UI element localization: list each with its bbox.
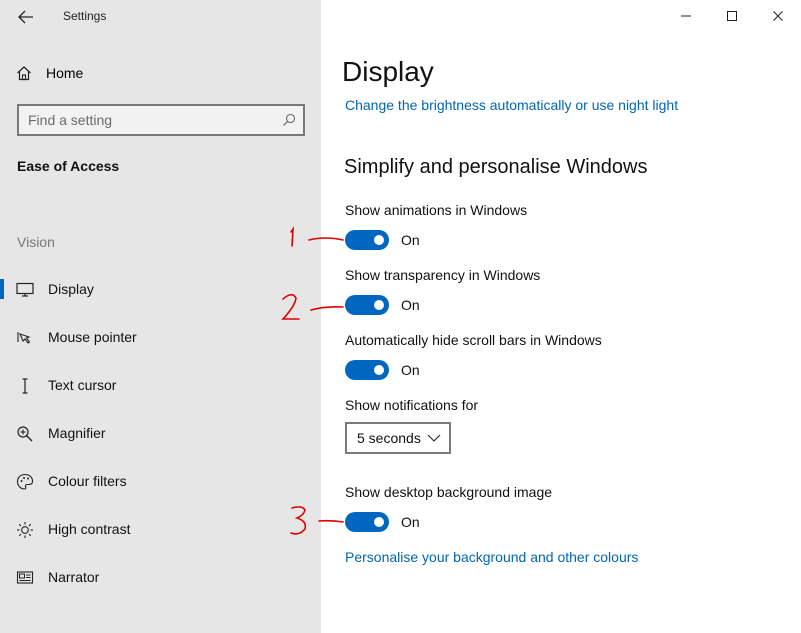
transparency-label: Show transparency in Windows: [345, 267, 541, 283]
close-icon: [773, 11, 783, 21]
maximize-icon: [727, 11, 737, 21]
app-title: Settings: [63, 9, 107, 23]
toggle-knob: [374, 365, 384, 375]
page-title: Display: [342, 56, 434, 87]
partially-visible-heading: [344, 620, 350, 633]
group-label-vision: Vision: [17, 234, 55, 250]
toggle-knob: [374, 300, 384, 310]
section-heading: Simplify and personalise Windows: [344, 156, 648, 178]
back-arrow-icon: [18, 10, 33, 24]
sidebar-item-label: Mouse pointer: [48, 329, 137, 345]
notifications-label: Show notifications for: [345, 397, 479, 413]
annotation-mark-3-arrow: [318, 519, 344, 523]
search-icon[interactable]: [282, 113, 296, 127]
sidebar-item-display[interactable]: Display: [0, 271, 321, 307]
background-image-label: Show desktop background image: [345, 484, 553, 500]
sidebar-item-label: High contrast: [48, 521, 131, 537]
sidebar-item-high-contrast[interactable]: High contrast: [0, 511, 321, 547]
home-label: Home: [46, 65, 84, 81]
minimize-button[interactable]: [663, 0, 709, 32]
narrator-icon: [16, 569, 34, 587]
animations-label: Show animations in Windows: [345, 202, 528, 218]
sidebar: Settings Home Ease of Access Vision Disp…: [0, 0, 321, 633]
sidebar-home[interactable]: Home: [16, 62, 83, 84]
home-icon: [17, 66, 31, 81]
sidebar-item-magnifier[interactable]: Magnifier: [0, 415, 321, 451]
notifications-dropdown-value: 5 seconds: [357, 430, 421, 446]
sidebar-item-text-cursor[interactable]: Text cursor: [0, 367, 321, 403]
animations-toggle-state: On: [401, 232, 420, 248]
sidebar-item-label: Colour filters: [48, 473, 127, 489]
scrollbars-label: Automatically hide scroll bars in Window…: [345, 332, 602, 348]
high-contrast-icon: [16, 521, 34, 539]
scrollbars-toggle-state: On: [401, 362, 420, 378]
sidebar-item-label: Display: [48, 281, 94, 297]
search-input[interactable]: [19, 106, 303, 134]
background-image-toggle[interactable]: [345, 512, 389, 532]
sidebar-item-mouse-pointer[interactable]: Mouse pointer: [0, 319, 321, 355]
back-button[interactable]: [14, 6, 38, 28]
toggle-knob: [374, 517, 384, 527]
text-cursor-icon: [16, 377, 34, 395]
monitor-icon: [16, 281, 34, 299]
colour-filters-icon: [16, 473, 34, 491]
scrollbars-toggle[interactable]: [345, 360, 389, 380]
search-box[interactable]: [17, 104, 305, 136]
sidebar-item-colour-filters[interactable]: Colour filters: [0, 463, 321, 499]
toggle-knob: [374, 235, 384, 245]
sidebar-item-label: Narrator: [48, 569, 100, 585]
transparency-toggle[interactable]: [345, 295, 389, 315]
magnifier-icon: [16, 425, 34, 443]
chevron-down-icon: [427, 434, 441, 442]
sidebar-item-narrator[interactable]: Narrator: [0, 559, 321, 595]
minimize-icon: [681, 15, 691, 17]
notifications-dropdown[interactable]: 5 seconds: [345, 422, 451, 454]
section-title: Ease of Access: [17, 158, 120, 174]
personalise-background-link[interactable]: Personalise your background and other co…: [345, 549, 638, 565]
animations-toggle[interactable]: [345, 230, 389, 250]
sidebar-item-label: Magnifier: [48, 425, 106, 441]
sidebar-item-label: Text cursor: [48, 377, 117, 393]
transparency-toggle-state: On: [401, 297, 420, 313]
background-image-toggle-state: On: [401, 514, 420, 530]
brightness-link[interactable]: Change the brightness automatically or u…: [345, 97, 678, 113]
maximize-button[interactable]: [709, 0, 755, 32]
close-button[interactable]: [755, 0, 801, 32]
mouse-pointer-icon: [16, 329, 34, 347]
